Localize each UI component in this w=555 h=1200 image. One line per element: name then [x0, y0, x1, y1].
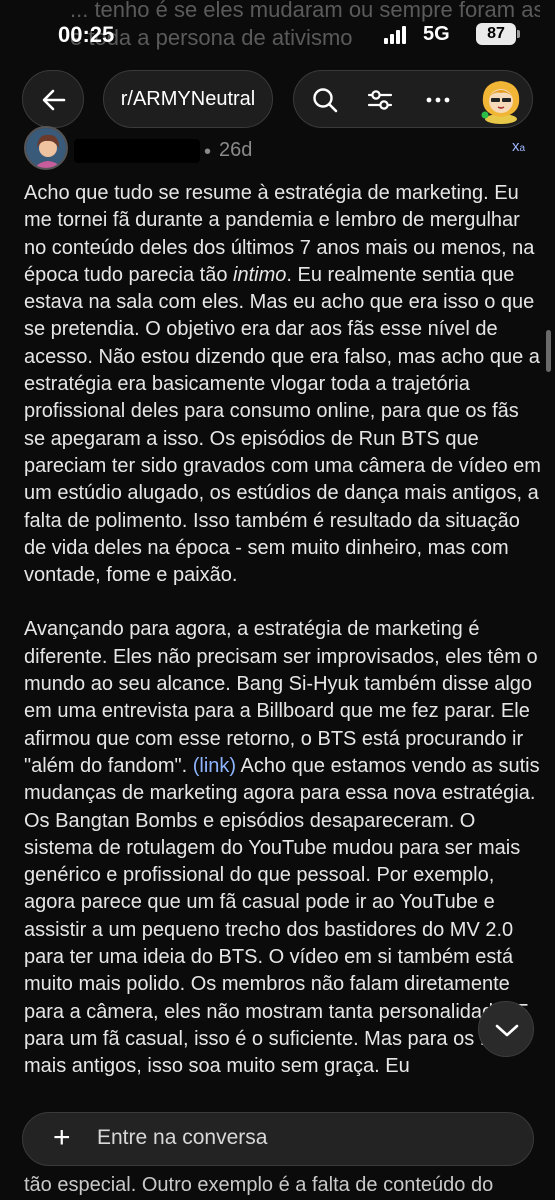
billboard-link[interactable]: (link)	[193, 755, 236, 777]
p2-rest: Acho que estamos vendo as sutis mudanças…	[24, 754, 540, 1078]
p1-emphasis: intimo	[233, 263, 287, 286]
p2-text: Avançando para agora, a estratégia de ma…	[24, 618, 538, 777]
status-bar: 00:25 5G 87	[0, 0, 555, 62]
battery-icon: 87	[476, 23, 520, 45]
translate-glyph: x	[512, 138, 520, 155]
chevron-down-icon	[495, 1024, 519, 1037]
filter-sliders-icon[interactable]	[366, 86, 394, 114]
user-avatar[interactable]	[477, 75, 525, 125]
scrollbar[interactable]	[546, 330, 551, 372]
search-icon[interactable]	[311, 86, 339, 114]
commenter-avatar-image	[26, 128, 66, 168]
translate-icon[interactable]: xa	[512, 138, 525, 155]
subreddit-name: r/ARMYNeutral	[120, 88, 256, 110]
battery-level: 87	[487, 25, 505, 42]
next-comment-button[interactable]	[478, 1001, 534, 1057]
commenter-avatar[interactable]	[24, 126, 68, 170]
plus-icon: +	[53, 1121, 71, 1154]
arrow-left-icon	[42, 89, 66, 111]
join-conversation-placeholder: Entre na conversa	[97, 1126, 268, 1149]
comment-paragraph-1: Acho que tudo se resume à estratégia de …	[24, 180, 544, 589]
top-navigation: r/ARMYNeutral	[0, 70, 555, 130]
network-type: 5G	[423, 23, 450, 45]
comment-paragraph-2: Avançando para agora, a estratégia de ma…	[24, 616, 544, 1080]
actions-pill	[293, 70, 533, 128]
redacted-username	[74, 139, 200, 163]
meta-separator: •	[204, 141, 212, 163]
more-options-icon[interactable]	[424, 86, 452, 114]
p1-rest: . Eu realmente sentia que estava na sala…	[24, 263, 541, 587]
comment-age: 26d	[219, 139, 253, 161]
back-button[interactable]	[22, 70, 84, 128]
status-time: 00:25	[58, 22, 115, 47]
comment-body: Acho que tudo se resume à estratégia de …	[24, 180, 544, 1081]
subreddit-button[interactable]: r/ARMYNeutral	[103, 70, 273, 128]
comment-continuation: tão especial. Outro exemplo é a falta de…	[24, 1174, 494, 1196]
join-conversation-input[interactable]: + Entre na conversa	[22, 1112, 534, 1166]
